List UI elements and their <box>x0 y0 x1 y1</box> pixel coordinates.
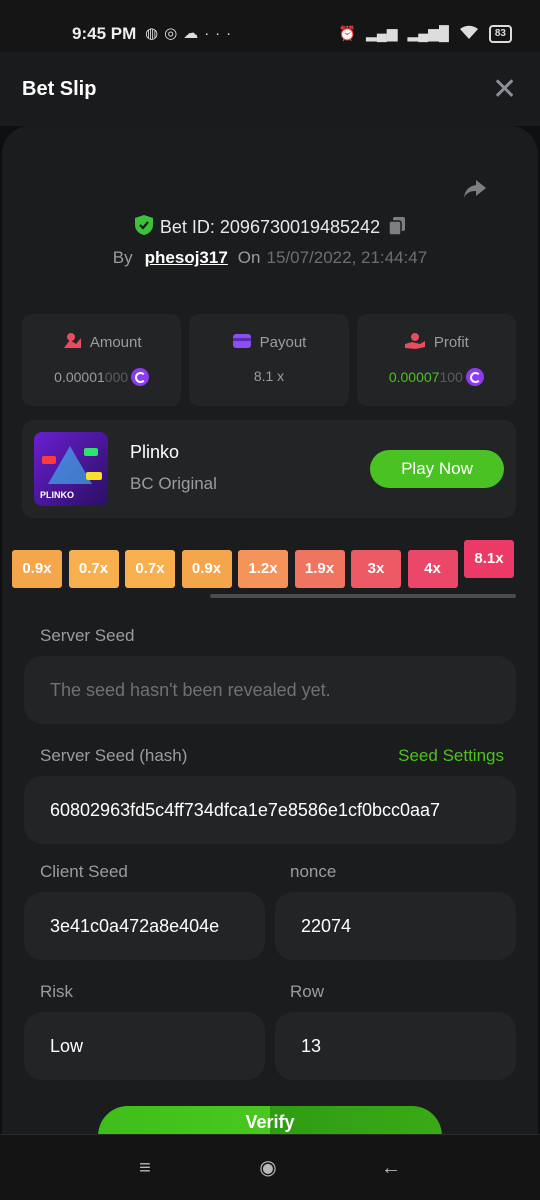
amount-value-trailing: 000 <box>104 369 129 385</box>
wifi-icon <box>459 24 479 43</box>
payout-value: 8.1 x <box>253 368 285 384</box>
verify-label: Verify <box>245 1112 295 1132</box>
sheet-content: Amount 0.00001000 Payout 8.1 x Profit 0.… <box>0 126 540 1134</box>
alarm-icon: ⏰ <box>338 25 357 41</box>
amount-value: 0.00001 <box>54 369 105 385</box>
thumb-chip <box>42 456 56 464</box>
coin-icon <box>131 368 150 386</box>
amount-label: Amount <box>89 334 142 351</box>
thumb-chip <box>84 448 98 456</box>
server-seed-field[interactable]: The seed hasn't been revealed yet. <box>24 656 516 724</box>
wallet-icon <box>232 332 252 354</box>
play-now-button[interactable]: Play Now <box>370 450 504 488</box>
game-card[interactable]: PLINKO Plinko BC Original Play Now <box>22 420 516 518</box>
payout-label: Payout <box>259 334 307 351</box>
risk-label: Risk <box>40 982 74 1001</box>
profit-value-trailing: 100 <box>439 369 463 385</box>
row-field[interactable]: 13 <box>275 1012 516 1080</box>
multiplier-chip: 1.9x <box>294 550 345 588</box>
multiplier-chip: 4x <box>407 550 458 588</box>
signal-icon: ▂▄▆ <box>366 25 398 41</box>
plinko-thumbnail[interactable]: PLINKO <box>34 432 108 506</box>
game-name: Plinko <box>130 442 180 462</box>
server-seed-label: Server Seed <box>40 626 135 645</box>
risk-field[interactable]: Low <box>24 1012 265 1080</box>
cloud-icon: ☁ <box>183 25 205 42</box>
more-icon: ··· <box>204 25 238 42</box>
client-seed-label: Client Seed <box>40 862 128 881</box>
bet-slip-header: Bet Slip ✕ <box>0 52 540 126</box>
thumb-chip <box>86 472 102 480</box>
multiplier-chip: 1.2x <box>238 550 288 588</box>
verify-button[interactable]: Verify <box>98 1106 442 1134</box>
client-seed-field[interactable]: 3e41c0a472a8e404e <box>24 892 265 960</box>
money-hand-icon <box>62 332 82 354</box>
stats-row: Amount 0.00001000 Payout 8.1 x Profit 0.… <box>22 314 516 406</box>
nonce-label: nonce <box>290 862 337 881</box>
back-icon[interactable]: ← <box>378 1155 404 1181</box>
row-label: Row <box>290 982 325 1001</box>
thumb-logo-text: PLINKO <box>40 490 75 500</box>
seed-settings-link[interactable]: Seed Settings <box>398 746 504 766</box>
server-seed-hash-field[interactable]: 60802963fd5c4ff734dfca1e7e8586e1cf0bcc0a… <box>24 776 516 844</box>
status-time: 9:45 PM <box>72 24 137 43</box>
nonce-field[interactable]: 22074 <box>275 892 516 960</box>
multiplier-scrollbar[interactable] <box>210 594 516 598</box>
profit-label: Profit <box>433 334 469 351</box>
multiplier-chip: 0.9x <box>181 550 232 588</box>
battery-icon: 83 <box>488 24 512 43</box>
profit-hand-icon <box>404 332 426 354</box>
messenger-icon: ◍ <box>145 25 165 42</box>
signal-icon: ▂▄▆█ <box>407 25 449 41</box>
profit-value: 0.00007 <box>388 369 440 385</box>
coin-icon <box>465 368 484 386</box>
profit-stat: Profit 0.00007100 <box>356 314 516 406</box>
multiplier-strip[interactable]: 0.9x 0.7x 0.7x 0.9x 1.2x 1.9x 3x 4x 8.1x <box>0 540 536 592</box>
multiplier-chip: 0.9x <box>12 550 62 588</box>
recents-icon[interactable]: ≡ <box>132 1155 158 1181</box>
system-icons: ⏰ ▂▄▆ ▂▄▆█ 83 <box>339 24 512 43</box>
multiplier-chip: 8.1x <box>464 540 514 578</box>
whatsapp-icon: ◎ <box>164 25 184 42</box>
multiplier-chip: 0.7x <box>68 550 119 588</box>
server-seed-hash-label: Server Seed (hash) <box>40 746 188 765</box>
system-nav-bar: ≡ ◉ ← <box>0 1134 540 1200</box>
payout-stat: Payout 8.1 x <box>189 314 349 406</box>
notification-icons: ◍◎☁··· <box>145 24 237 42</box>
close-icon[interactable]: ✕ <box>492 70 517 110</box>
page-title: Bet Slip <box>22 78 97 100</box>
multiplier-chip: 0.7x <box>125 550 175 588</box>
game-subtitle: BC Original <box>130 474 217 493</box>
amount-stat: Amount 0.00001000 <box>22 314 182 406</box>
multiplier-chip: 3x <box>351 550 401 588</box>
status-bar: 9:45 PM ◍◎☁··· ⏰ ▂▄▆ ▂▄▆█ 83 <box>0 0 540 52</box>
home-icon[interactable]: ◉ <box>255 1155 281 1181</box>
